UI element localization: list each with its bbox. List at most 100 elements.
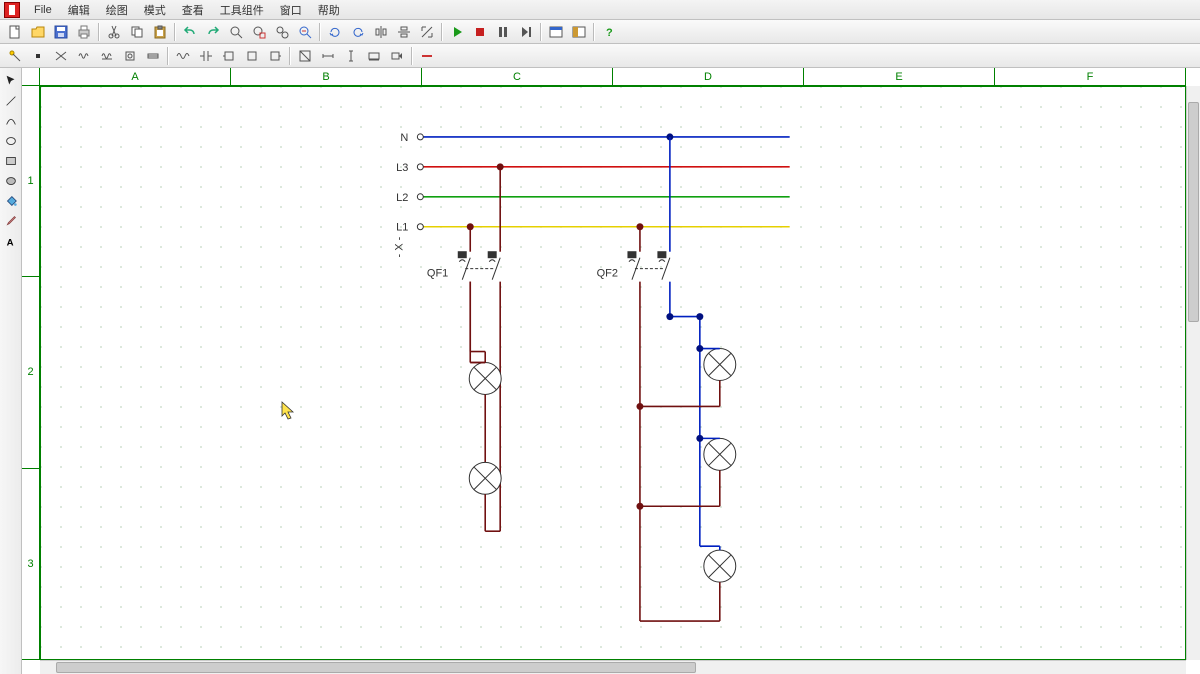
save-button[interactable]: [50, 22, 72, 42]
zoom-window-button[interactable]: [248, 22, 270, 42]
text-tool[interactable]: A: [2, 232, 20, 250]
toolbar-separator: [174, 23, 176, 41]
run-button[interactable]: [446, 22, 468, 42]
box-dim-button[interactable]: [363, 46, 385, 66]
copy-button[interactable]: [126, 22, 148, 42]
col-header: A: [40, 68, 231, 85]
redo-button[interactable]: [202, 22, 224, 42]
lamp-icon: [469, 363, 501, 395]
rect-tool[interactable]: [2, 152, 20, 170]
line-tool[interactable]: [2, 92, 20, 110]
main-toolbar: ?: [0, 20, 1200, 44]
svg-text:?: ?: [606, 27, 613, 39]
sq-left-button[interactable]: [218, 46, 240, 66]
print-button[interactable]: [73, 22, 95, 42]
menu-view[interactable]: 查看: [174, 0, 212, 20]
window-toggle-button[interactable]: [545, 22, 567, 42]
zoom-extents-button[interactable]: [271, 22, 293, 42]
toolbar-separator: [167, 47, 169, 65]
label-qf1: QF1: [427, 268, 448, 280]
open-file-button[interactable]: [27, 22, 49, 42]
menu-file[interactable]: File: [26, 2, 60, 18]
label-button[interactable]: [386, 46, 408, 66]
col-header: F: [995, 68, 1186, 85]
menu-edit[interactable]: 编辑: [60, 0, 98, 20]
label-n: N: [400, 132, 408, 144]
dim-vert-button[interactable]: [340, 46, 362, 66]
zoom-button[interactable]: [225, 22, 247, 42]
scrollbar-thumb[interactable]: [56, 662, 696, 673]
column-ruler: A B C D E F: [22, 68, 1186, 86]
dropper-tool[interactable]: [2, 212, 20, 230]
canvas-area: A B C D E F 1 2 3: [22, 68, 1200, 674]
waveform-button[interactable]: [172, 46, 194, 66]
line-tool-button[interactable]: [416, 46, 438, 66]
app-icon: [4, 2, 20, 18]
menu-draw[interactable]: 绘图: [98, 0, 136, 20]
ground-button[interactable]: [50, 46, 72, 66]
step-button[interactable]: [515, 22, 537, 42]
label-l2: L2: [396, 192, 408, 204]
circle-tool[interactable]: [2, 132, 20, 150]
row-ruler: 1 2 3: [22, 86, 40, 660]
mirror-h-button[interactable]: [370, 22, 392, 42]
drawing-toolbar: A: [0, 68, 22, 674]
horizontal-scrollbar[interactable]: [40, 660, 1186, 674]
label-l3: L3: [396, 162, 408, 174]
scrollbar-thumb[interactable]: [1188, 102, 1199, 322]
coil1-button[interactable]: [73, 46, 95, 66]
branch-qf1[interactable]: QF1: [427, 163, 504, 531]
sq-center-button[interactable]: [241, 46, 263, 66]
label-qf2: QF2: [597, 268, 618, 280]
menu-window[interactable]: 窗口: [272, 0, 310, 20]
select-tool[interactable]: [2, 72, 20, 90]
fuse-button[interactable]: [142, 46, 164, 66]
polygon-tool[interactable]: [2, 172, 20, 190]
new-file-button[interactable]: [4, 22, 26, 42]
capacitor-button[interactable]: [195, 46, 217, 66]
paint-bucket-tool[interactable]: [2, 192, 20, 210]
label-x: - X -: [393, 236, 405, 257]
lamp-icon: [704, 438, 736, 470]
menu-tools[interactable]: 工具组件: [212, 0, 272, 20]
sq-right-button[interactable]: [264, 46, 286, 66]
relay-button[interactable]: [119, 46, 141, 66]
cut-button[interactable]: [103, 22, 125, 42]
mirror-v-button[interactable]: [393, 22, 415, 42]
dim-horiz-button[interactable]: [317, 46, 339, 66]
lamp-icon: [704, 349, 736, 381]
panel-toggle-button[interactable]: [568, 22, 590, 42]
node-button[interactable]: [27, 46, 49, 66]
stop-button[interactable]: [469, 22, 491, 42]
rotate-ccw-button[interactable]: [347, 22, 369, 42]
schematic[interactable]: N L3 L2 L1 - X -: [41, 87, 1185, 660]
lamp-icon: [469, 462, 501, 494]
probe-button[interactable]: [4, 46, 26, 66]
branch-qf2[interactable]: QF2: [597, 133, 736, 621]
col-header: C: [422, 68, 613, 85]
toolbar-separator: [319, 23, 321, 41]
toolbar-separator: [289, 47, 291, 65]
drawing-sheet[interactable]: N L3 L2 L1 - X -: [40, 86, 1186, 660]
menu-help[interactable]: 帮助: [310, 0, 348, 20]
menu-mode[interactable]: 模式: [136, 0, 174, 20]
help-button[interactable]: ?: [598, 22, 620, 42]
vertical-scrollbar[interactable]: [1186, 86, 1200, 660]
pause-button[interactable]: [492, 22, 514, 42]
coil2-button[interactable]: [96, 46, 118, 66]
scale-button[interactable]: [416, 22, 438, 42]
svg-text:A: A: [6, 237, 13, 248]
col-header: B: [231, 68, 422, 85]
menu-bar: File 编辑 绘图 模式 查看 工具组件 窗口 帮助: [0, 0, 1200, 20]
row-header: 3: [22, 469, 39, 660]
supply-rails: N L3 L2 L1 - X -: [393, 132, 789, 258]
rotate-cw-button[interactable]: [324, 22, 346, 42]
toolbar-separator: [98, 23, 100, 41]
label-l1: L1: [396, 222, 408, 234]
curve-tool[interactable]: [2, 112, 20, 130]
toolbar-separator: [593, 23, 595, 41]
undo-button[interactable]: [179, 22, 201, 42]
paste-button[interactable]: [149, 22, 171, 42]
find-button[interactable]: [294, 22, 316, 42]
dimension-button[interactable]: [294, 46, 316, 66]
